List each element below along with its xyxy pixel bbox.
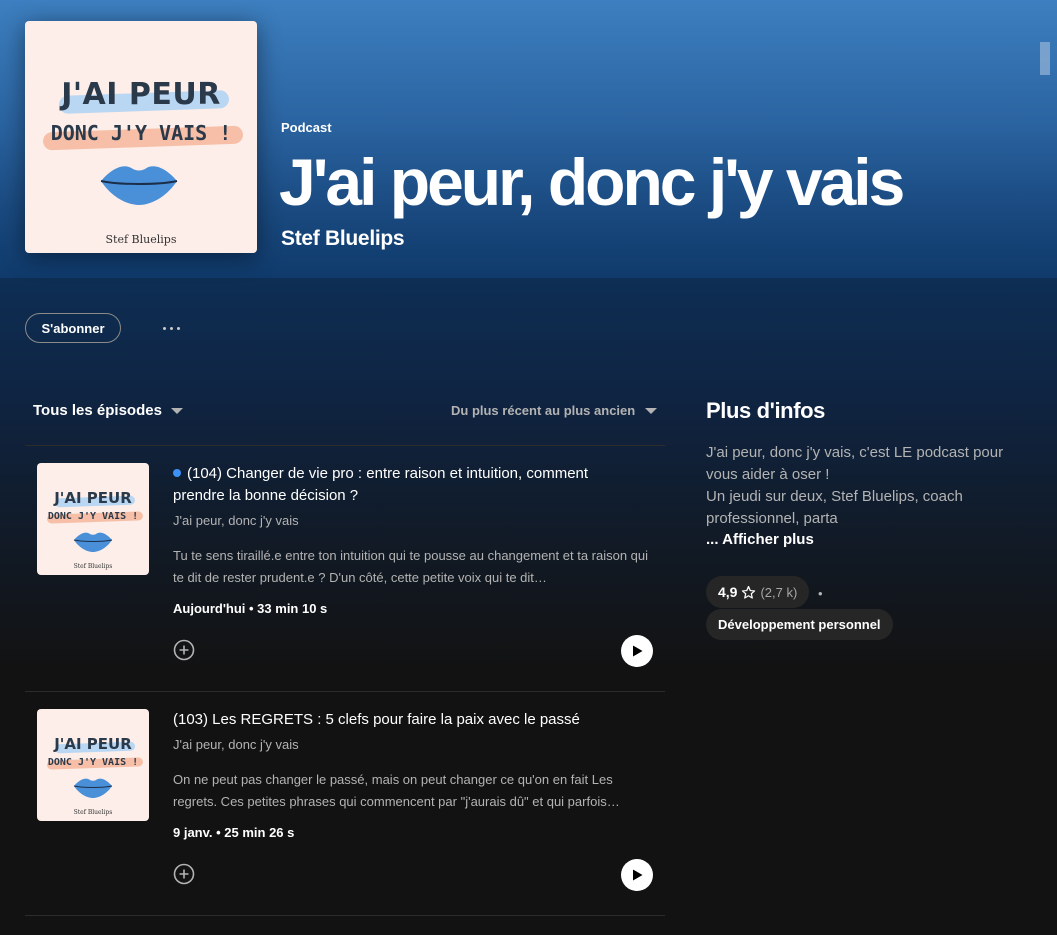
subscribe-button[interactable]: S'abonner (25, 313, 121, 343)
description-line: J'ai peur, donc j'y vais, c'est LE podca… (706, 444, 1004, 483)
rating-value: 4,9 (718, 584, 738, 600)
episodes-sort-dropdown[interactable]: Du plus récent au plus ancien (451, 403, 658, 418)
lips-icon (73, 532, 113, 552)
episode-title-text: (104) Changer de vie pro : entre raison … (173, 465, 589, 504)
episode-title[interactable]: (104) Changer de vie pro : entre raison … (173, 463, 643, 507)
more-dots-icon (162, 326, 166, 330)
episode-row[interactable]: J'AI PEUR DONC J'Y VAIS ! Stef Bluelips … (25, 446, 665, 691)
episode-meta: 9 janv. • 25 min 26 s (173, 825, 295, 840)
play-button[interactable] (621, 859, 653, 891)
cover-text-line1: J'AI PEUR (61, 77, 221, 112)
episode-thumbnail: J'AI PEUR DONC J'Y VAIS ! Stef Bluelips (37, 463, 149, 575)
podcast-title: J'ai peur, donc j'y vais (279, 145, 905, 219)
play-icon (633, 645, 643, 657)
chevron-down-icon (645, 407, 658, 414)
episode-thumbnail: J'AI PEUR DONC J'Y VAIS ! Stef Bluelips (37, 709, 149, 821)
thumb-author-text: Stef Bluelips (73, 563, 113, 570)
more-options-button[interactable] (156, 318, 186, 338)
thumb-author-text: Stef Bluelips (73, 809, 113, 816)
play-icon (633, 869, 643, 881)
content-type-label: Podcast (281, 120, 332, 135)
plus-circle-icon[interactable] (173, 863, 195, 885)
description-line: Un jeudi sur deux, Stef Bluelips, coach … (706, 488, 963, 527)
show-more-link[interactable]: ... Afficher plus (706, 531, 814, 548)
episode-show-link[interactable]: J'ai peur, donc j'y vais (173, 737, 299, 752)
more-info-heading: Plus d'infos (706, 398, 825, 423)
episode-meta: Aujourd'hui • 33 min 10 s (173, 601, 328, 616)
episode-title[interactable]: (103) Les REGRETS : 5 clefs pour faire l… (173, 709, 643, 731)
cover-author-text: Stef Bluelips (105, 233, 177, 246)
thumb-text-line2: DONC J'Y VAIS ! (47, 757, 139, 768)
podcast-cover-art: J'AI PEUR DONC J'Y VAIS ! Stef Bluelips (25, 21, 257, 253)
new-episode-dot (173, 469, 181, 477)
thumb-text-line1: J'AI PEUR (54, 735, 132, 753)
chevron-down-icon (170, 407, 183, 414)
rating-count: (2,7 k) (760, 584, 798, 600)
rating-chip[interactable]: 4,9 (2,7 k) (706, 576, 810, 608)
episode-description: Tu te sens tiraillé.e entre ton intuitio… (173, 548, 649, 585)
list-divider (25, 915, 665, 916)
cover-text-line2: DONC J'Y VAIS ! (50, 121, 232, 145)
episodes-sort-label: Du plus récent au plus ancien (451, 403, 636, 418)
episode-row[interactable]: J'AI PEUR DONC J'Y VAIS ! Stef Bluelips … (25, 692, 665, 915)
episode-description: On ne peut pas changer le passé, mais on… (173, 772, 620, 809)
episodes-filter-label: Tous les épisodes (33, 402, 162, 419)
podcast-author-link[interactable]: Stef Bluelips (281, 227, 405, 251)
thumb-text-line2: DONC J'Y VAIS ! (47, 511, 139, 522)
play-button[interactable] (621, 635, 653, 667)
podcast-description: J'ai peur, donc j'y vais, c'est LE podca… (706, 442, 1026, 530)
episodes-filter-dropdown[interactable]: Tous les épisodes (33, 402, 183, 419)
separator-dot: • (818, 586, 823, 601)
episode-show-link[interactable]: J'ai peur, donc j'y vais (173, 513, 299, 528)
thumb-text-line1: J'AI PEUR (54, 489, 132, 507)
star-icon (742, 585, 756, 599)
scrollbar-thumb[interactable] (1040, 42, 1050, 75)
lips-icon (100, 166, 178, 205)
lips-icon (73, 778, 113, 798)
category-chip[interactable]: Développement personnel (706, 609, 893, 640)
plus-circle-icon[interactable] (173, 639, 195, 661)
